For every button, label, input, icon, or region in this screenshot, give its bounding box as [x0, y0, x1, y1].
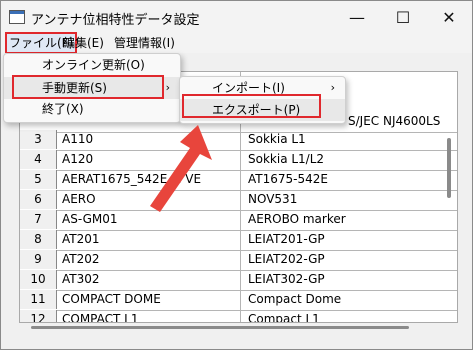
window-title: アンテナ位相特性データ設定 — [31, 13, 200, 28]
cell-name: COMPACT L1 — [62, 312, 139, 323]
title-bar: アンテナ位相特性データ設定 — ☐ ✕ — [1, 1, 472, 33]
submenu-arrow-icon: › — [330, 81, 335, 94]
menu-item-online-update[interactable]: オンライン更新(O) — [4, 54, 180, 76]
menu-item-label: 終了(X) — [42, 102, 84, 116]
menu-item-exit[interactable]: 終了(X) — [4, 98, 180, 120]
cell-name: COMPACT DOME — [62, 292, 161, 306]
maximize-icon: ☐ — [395, 7, 411, 27]
row-number: 12 — [20, 310, 57, 322]
cell-name: AT202 — [62, 252, 100, 266]
row-number: 7 — [20, 210, 57, 229]
cell-name: AERO — [62, 192, 96, 206]
row-number: 11 — [20, 290, 57, 309]
row-number: 8 — [20, 230, 57, 249]
table-row[interactable]: 6 AERO NOV531 — [20, 190, 457, 211]
row-number: 10 — [20, 270, 57, 289]
cell-model: NOV531 — [248, 192, 298, 206]
cell-name: AT302 — [62, 272, 100, 286]
table-row[interactable]: 9 AT202 LEIAT202-GP — [20, 250, 457, 271]
cell-name: AS-GM01 — [62, 212, 118, 226]
cell-name: A110 — [62, 132, 94, 146]
app-icon — [9, 10, 25, 24]
cell-model: Sokkia L1 — [248, 132, 306, 146]
cell-model: AEROBO marker — [248, 212, 346, 226]
table-row[interactable]: 5 AERAT1675_542E M VE AT1675-542E — [20, 170, 457, 191]
close-button[interactable]: ✕ — [426, 1, 472, 33]
close-icon: ✕ — [442, 7, 456, 27]
row-number: 3 — [20, 130, 57, 149]
table-row[interactable]: 11 COMPACT DOME Compact Dome — [20, 290, 457, 311]
row-number: 4 — [20, 150, 57, 169]
red-arrow-icon — [150, 125, 212, 212]
cell-model: Compact L1 — [248, 312, 320, 323]
cell-model: LEIAT202-GP — [248, 252, 325, 266]
cell-model: LEIAT201-GP — [248, 232, 325, 246]
row-number: 6 — [20, 190, 57, 209]
horizontal-scrollbar[interactable] — [19, 323, 456, 333]
table-row[interactable]: 7 AS-GM01 AEROBO marker — [20, 210, 457, 231]
cell-model: LEIAT302-GP — [248, 272, 325, 286]
scrollbar-thumb[interactable] — [31, 326, 409, 329]
table-row[interactable]: 8 AT201 LEIAT201-GP — [20, 230, 457, 251]
table-row[interactable]: 10 AT302 LEIAT302-GP — [20, 270, 457, 291]
cell-name: AT201 — [62, 232, 100, 246]
maximize-button[interactable]: ☐ — [380, 1, 426, 33]
vertical-scrollbar[interactable] — [447, 138, 451, 198]
cell-model: AT1675-542E — [248, 172, 328, 186]
minimize-button[interactable]: — — [334, 1, 380, 33]
table-row[interactable]: 4 A120 Sokkia L1/L2 — [20, 150, 457, 171]
row-number: 5 — [20, 170, 57, 189]
menu-edit[interactable]: 編集(E) — [61, 34, 106, 52]
menu-bar: ファイル(F) 編集(E) 管理情報(I) — [1, 32, 472, 54]
row-number: 9 — [20, 250, 57, 269]
submenu-arrow-icon: › — [165, 81, 170, 94]
menu-item-label: オンライン更新(O) — [42, 58, 145, 72]
cell-name: A120 — [62, 152, 94, 166]
table-row[interactable]: 12 COMPACT L1 Compact L1 — [20, 310, 457, 323]
highlight-box-export — [182, 94, 321, 118]
cell-hidden-tail: S/JEC NJ4600LS — [348, 114, 441, 128]
cell-model: Sokkia L1/L2 — [248, 152, 325, 166]
table-row[interactable]: 3 A110 Sokkia L1 — [20, 130, 457, 151]
highlight-box-manual-update — [12, 75, 164, 99]
menu-manage[interactable]: 管理情報(I) — [112, 34, 177, 52]
minimize-icon: — — [349, 7, 365, 27]
cell-model: Compact Dome — [248, 292, 342, 306]
